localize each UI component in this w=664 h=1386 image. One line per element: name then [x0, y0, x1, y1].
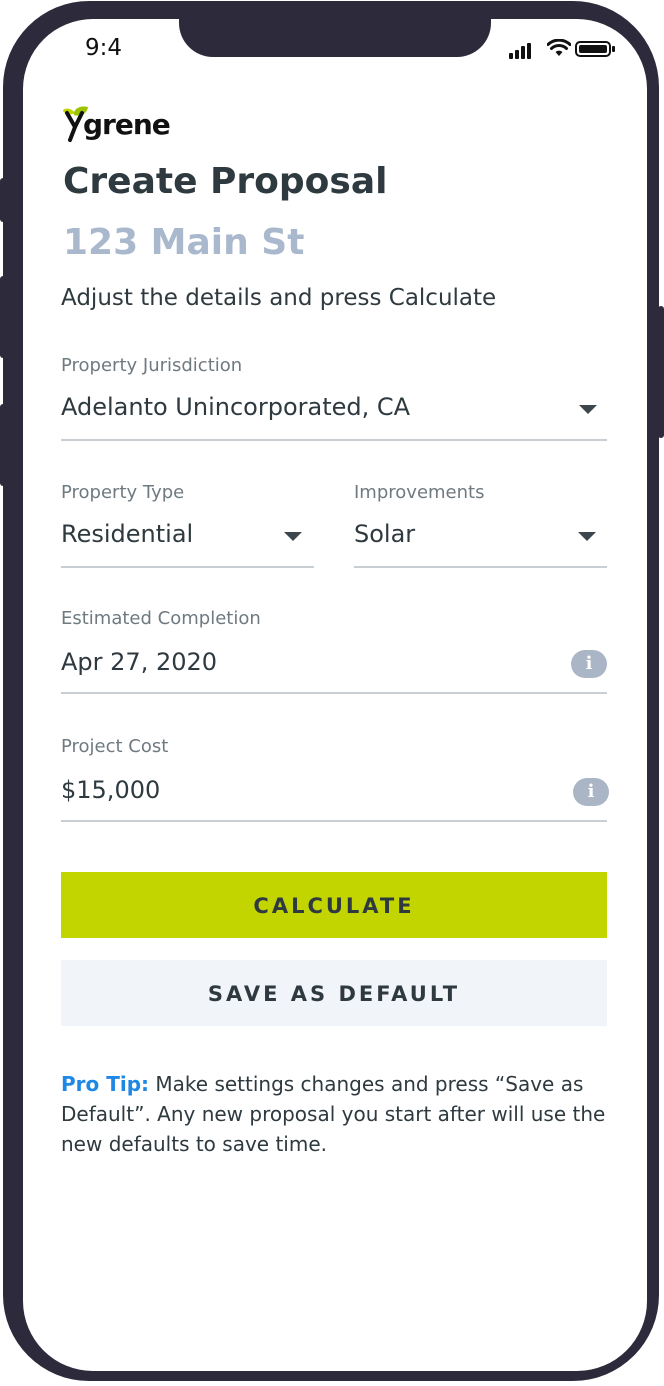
jurisdiction-value: Adelanto Unincorporated, CA — [61, 393, 411, 421]
jurisdiction-label: Property Jurisdiction — [61, 355, 243, 376]
property-type-value: Residential — [61, 520, 194, 548]
battery-tip — [612, 46, 615, 52]
chevron-down-icon[interactable] — [579, 405, 597, 414]
ygrene-logo: grene — [61, 105, 181, 143]
status-icons — [509, 39, 619, 59]
phone-screen: 9:4 grene Create Proposal 123 Main St Ad… — [23, 19, 647, 1371]
instructions-text: Adjust the details and press Calculate — [61, 285, 497, 311]
pro-tip-label: Pro Tip: — [61, 1072, 150, 1096]
page-title: Create Proposal — [63, 161, 388, 202]
cost-value: $15,000 — [61, 776, 161, 804]
pro-tip: Pro Tip: Make settings changes and press… — [61, 1069, 621, 1159]
info-icon[interactable]: i — [571, 650, 607, 678]
project-cost-field[interactable]: Project Cost $15,000 i — [61, 736, 609, 822]
improvements-label: Improvements — [354, 482, 485, 503]
improvements-value: Solar — [354, 520, 416, 548]
info-icon[interactable]: i — [573, 778, 609, 806]
improvements-select[interactable]: Improvements Solar — [354, 482, 607, 568]
calculate-button[interactable]: CALCULATE — [61, 872, 607, 938]
battery-icon — [575, 41, 611, 57]
cost-label: Project Cost — [61, 736, 169, 757]
save-as-default-button[interactable]: SAVE AS DEFAULT — [61, 960, 607, 1026]
phone-frame: 9:4 grene Create Proposal 123 Main St Ad… — [3, 1, 659, 1381]
wifi-icon — [547, 39, 571, 56]
jurisdiction-select[interactable]: Property Jurisdiction Adelanto Unincorpo… — [61, 355, 607, 441]
property-type-select[interactable]: Property Type Residential — [61, 482, 314, 568]
notch — [179, 19, 491, 57]
estimated-completion-field[interactable]: Estimated Completion Apr 27, 2020 i — [61, 608, 607, 694]
chevron-down-icon[interactable] — [578, 532, 596, 541]
completion-value: Apr 27, 2020 — [61, 648, 218, 676]
chevron-down-icon[interactable] — [284, 532, 302, 541]
property-address: 123 Main St — [63, 222, 305, 263]
status-time: 9:4 — [85, 35, 123, 61]
logo-text: grene — [83, 108, 171, 141]
property-type-label: Property Type — [61, 482, 185, 503]
completion-label: Estimated Completion — [61, 608, 261, 629]
